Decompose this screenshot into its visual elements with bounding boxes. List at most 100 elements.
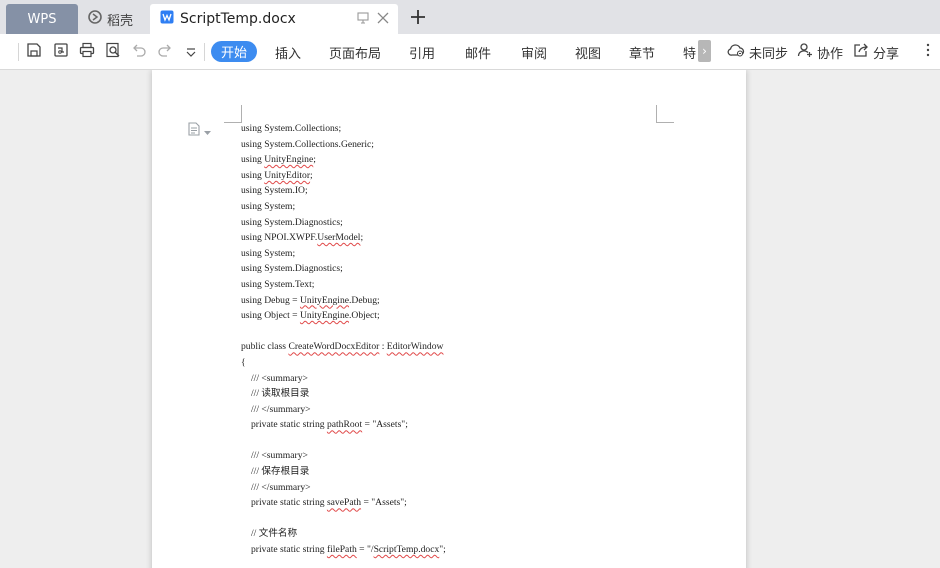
code-line: /// <summary> [251, 450, 308, 462]
more-options-icon [925, 42, 931, 62]
code-line: /// <summary> [251, 372, 308, 384]
code-text: .Debug; [349, 294, 380, 306]
tab-references[interactable]: 引用 [409, 34, 435, 70]
document-body[interactable]: using System.Collections; using System.C… [241, 121, 446, 558]
spelling-error-text[interactable]: UnityEngine [300, 295, 349, 306]
code-line: private static string pathRoot = "Assets… [241, 417, 446, 433]
collaborate-button[interactable]: 协作 [797, 34, 843, 70]
undo-button[interactable] [129, 42, 149, 62]
more-tabs-button[interactable]: › [698, 40, 711, 62]
code-line: using System.Diagnostics; [241, 216, 343, 228]
code-line: // 文件名称 [251, 528, 298, 540]
code-line: using System; [241, 247, 296, 259]
spelling-error-text[interactable]: EditorWindow [387, 341, 444, 352]
tab-review[interactable]: 审阅 [521, 34, 547, 70]
ribbon-toolbar: 开始 插入 页面布局 引用 邮件 审阅 视图 章节 特 › 未同步 协作 分享 [0, 34, 940, 70]
code-line: private static string filePath = "/Scrip… [241, 542, 446, 558]
code-text: = "Assets"; [362, 419, 408, 431]
customize-dropdown-icon [185, 43, 197, 62]
code-line: using UnityEditor; [241, 168, 446, 184]
tab-page-layout[interactable]: 页面布局 [329, 34, 381, 70]
cloud-sync-icon [727, 42, 745, 62]
code-text: = "/ [356, 544, 374, 556]
code-text: private static string [251, 544, 327, 556]
document-page[interactable]: using System.Collections; using System.C… [152, 70, 746, 568]
tab-mailings[interactable]: 邮件 [465, 34, 491, 70]
spelling-error-text[interactable]: CreateWordDocxEditor [288, 341, 379, 352]
code-text: private static string [251, 419, 327, 431]
spelling-error-text[interactable]: pathRoot [327, 419, 362, 430]
code-text: using NPOI.XWPF. [241, 232, 318, 244]
code-text: using [241, 154, 265, 166]
code-text: : [379, 341, 387, 353]
tab-actions [356, 11, 390, 29]
code-text: public class [241, 341, 289, 353]
tab-wps[interactable]: WPS [6, 4, 78, 34]
code-text: "; [439, 544, 446, 556]
save-icon [26, 42, 42, 62]
tab-special-features[interactable]: 特 [683, 34, 696, 70]
new-tab-button[interactable] [408, 6, 428, 28]
chevron-down-icon [204, 121, 211, 140]
code-text: .Object; [349, 310, 380, 322]
export-pdf-icon [53, 42, 69, 62]
customize-toolbar-button[interactable] [181, 42, 201, 62]
share-label: 分享 [873, 46, 900, 62]
code-line: /// </summary> [251, 481, 311, 493]
tab-document-label: ScriptTemp.docx [180, 11, 296, 27]
code-line: using Debug = UnityEngine.Debug; [241, 293, 446, 309]
new-tab-icon [408, 10, 428, 32]
code-text: ; [313, 154, 316, 166]
more-options-button[interactable] [918, 42, 938, 62]
tab-wps-label: WPS [27, 11, 57, 27]
tab-daoke-label: 稻壳 [107, 13, 134, 29]
code-line: using UnityEngine; [241, 152, 446, 168]
tab-document[interactable]: ScriptTemp.docx [150, 4, 398, 34]
code-line: using System.Diagnostics; [241, 263, 343, 275]
code-text: using Debug = [241, 294, 300, 306]
spelling-error-text[interactable]: filePath [327, 544, 357, 555]
paragraph-icon [187, 121, 201, 140]
code-line: using System.IO; [241, 185, 308, 197]
share-icon [853, 42, 869, 62]
tab-insert[interactable]: 插入 [275, 34, 301, 70]
spelling-error-text[interactable]: ScriptTemp.docx [374, 544, 440, 555]
code-line: /// 读取根目录 [251, 388, 310, 400]
spelling-error-text[interactable]: savePath [327, 497, 361, 508]
sync-status-button[interactable]: 未同步 [727, 34, 788, 70]
code-line: using System.Collections; [241, 123, 342, 134]
print-button[interactable] [77, 42, 97, 62]
sync-status-label: 未同步 [749, 46, 789, 62]
save-button[interactable] [24, 42, 44, 62]
code-text: using [241, 169, 265, 181]
margin-corner-top-left [224, 105, 242, 123]
spelling-error-text[interactable]: UnityEngine [300, 310, 349, 321]
share-button[interactable]: 分享 [853, 34, 899, 70]
tab-chapters[interactable]: 章节 [629, 34, 655, 70]
code-text: private static string [251, 497, 327, 509]
spelling-error-text[interactable]: UserModel [317, 232, 360, 243]
code-text: = "Assets"; [361, 497, 407, 509]
collaborate-label: 协作 [817, 46, 844, 62]
code-line: private static string savePath = "Assets… [241, 495, 446, 511]
spelling-error-text[interactable]: UnityEditor [264, 170, 310, 181]
pin-icon[interactable] [356, 11, 370, 29]
document-workspace[interactable]: using System.Collections; using System.C… [0, 70, 940, 568]
tab-view[interactable]: 视图 [575, 34, 601, 70]
print-preview-button[interactable] [103, 42, 123, 62]
export-pdf-button[interactable] [51, 42, 71, 62]
chevron-right-icon: › [702, 44, 707, 58]
code-line: using Object = UnityEngine.Object; [241, 308, 446, 324]
close-icon[interactable] [376, 11, 390, 29]
paragraph-menu-button[interactable] [187, 121, 211, 140]
spelling-error-text[interactable]: UnityEngine [264, 154, 313, 165]
tab-home[interactable]: 开始 [211, 41, 257, 62]
code-text: ; [360, 232, 364, 244]
redo-icon [157, 42, 173, 62]
code-line: /// 保存根目录 [251, 466, 310, 478]
tab-daoke[interactable]: 稻壳 [80, 4, 146, 34]
code-text: ; [310, 169, 313, 181]
redo-button[interactable] [155, 42, 175, 62]
